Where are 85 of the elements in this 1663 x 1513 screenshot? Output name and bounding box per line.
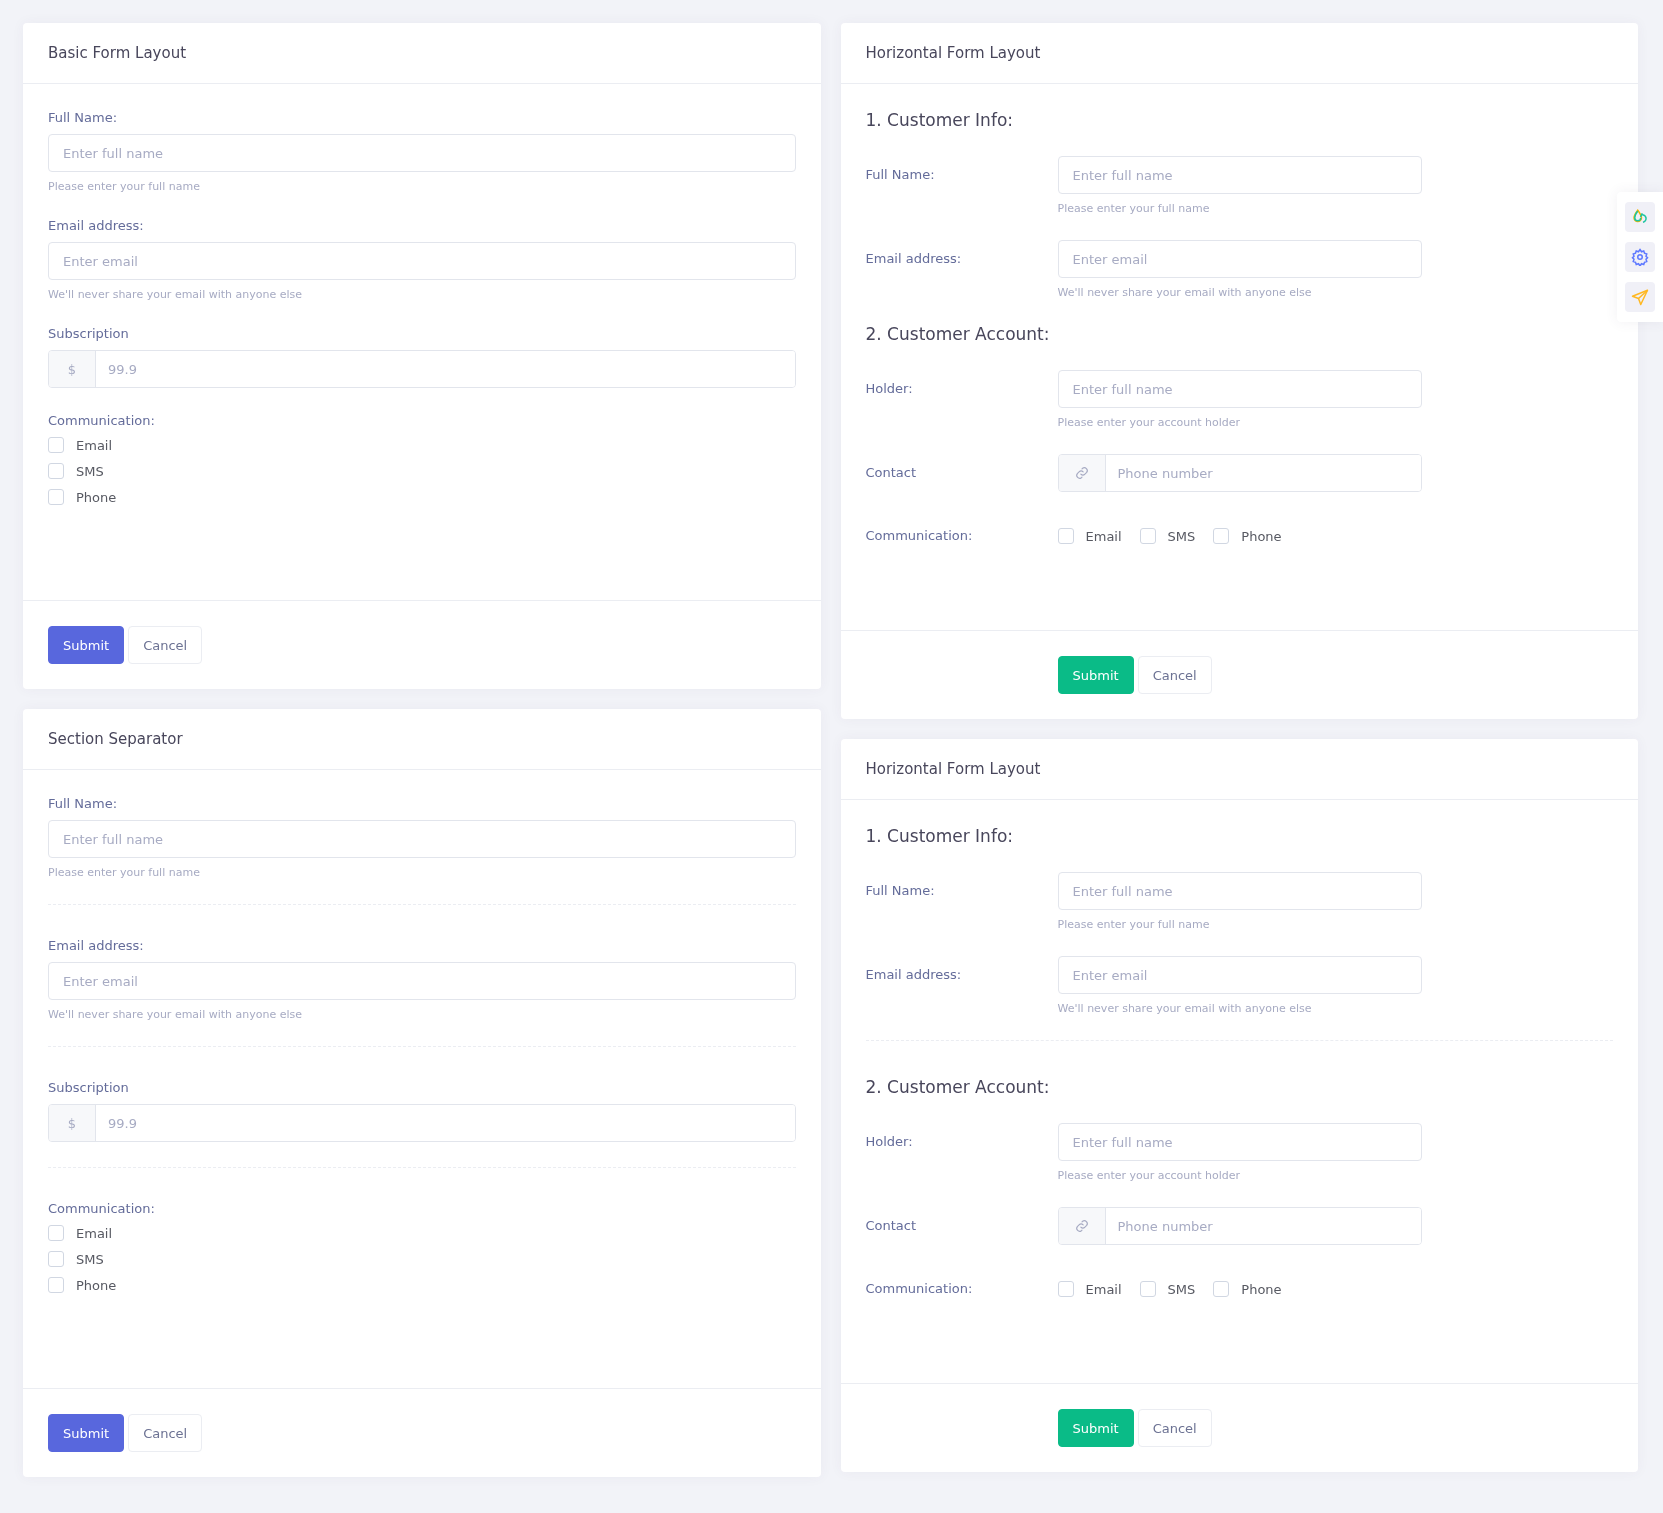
field-label: Email address:: [865, 250, 963, 268]
help-text: Please enter your full name: [48, 180, 201, 193]
link-icon: [1074, 466, 1089, 480]
section-heading: 1. Customer Info:: [865, 110, 1014, 130]
input-field[interactable]: Phone number: [1057, 454, 1422, 492]
section-heading: 2. Customer Account:: [865, 324, 1051, 344]
field-label: Communication:: [48, 413, 156, 428]
text-input[interactable]: Enter full name: [48, 134, 796, 172]
text-input[interactable]: Enter full name: [1057, 1123, 1422, 1161]
help-text: Please enter your account holder: [1057, 416, 1242, 429]
drops-icon[interactable]: [1625, 202, 1655, 232]
help-text: Please enter your full name: [1057, 918, 1211, 931]
checkbox[interactable]: [48, 1251, 64, 1267]
input-field[interactable]: Phone number: [1057, 1207, 1422, 1245]
submit-button[interactable]: Submit: [48, 626, 125, 664]
help-text: We'll never share your email with anyone else: [48, 288, 304, 301]
card-title: Horizontal Form Layout: [865, 760, 1041, 778]
send-icon[interactable]: [1625, 282, 1655, 312]
checkbox-label: Phone: [1241, 528, 1282, 544]
field-label: Communication:: [865, 1280, 974, 1298]
text-input[interactable]: Enter full name: [48, 820, 796, 858]
cancel-button[interactable]: Cancel: [1137, 1409, 1212, 1447]
text-input[interactable]: Enter email: [1057, 240, 1422, 278]
checkbox[interactable]: [1057, 528, 1074, 544]
help-text: We'll never share your email with anyone else: [1057, 1002, 1313, 1015]
checkbox-label: Phone: [76, 489, 117, 505]
checkbox-label: Phone: [76, 1277, 117, 1293]
help-text: We'll never share your email with anyone else: [48, 1008, 304, 1021]
checkbox[interactable]: [48, 463, 64, 479]
checkbox[interactable]: [48, 489, 64, 505]
field-label: Contact: [865, 1217, 918, 1235]
text-input[interactable]: Enter full name: [1057, 156, 1422, 194]
field-label: Full Name:: [865, 166, 936, 184]
checkbox-label: Email: [76, 1225, 113, 1241]
cancel-button[interactable]: Cancel: [1137, 656, 1212, 694]
help-text: Please enter your full name: [48, 866, 201, 879]
checkbox-label: Phone: [1241, 1281, 1282, 1297]
submit-button[interactable]: Submit: [1057, 656, 1134, 694]
help-text: We'll never share your email with anyone else: [1057, 286, 1313, 299]
checkbox[interactable]: [1213, 1281, 1230, 1297]
field-label: Subscription: [48, 326, 130, 341]
help-text: Please enter your full name: [1057, 202, 1211, 215]
field-label: Communication:: [865, 527, 974, 545]
field-label: Email address:: [48, 938, 145, 953]
checkbox[interactable]: [1057, 1281, 1074, 1297]
field-label: Subscription: [48, 1080, 130, 1095]
checkbox[interactable]: [48, 1225, 64, 1241]
checkbox[interactable]: [48, 437, 64, 453]
checkbox-label: SMS: [76, 1251, 104, 1267]
field-label: Holder:: [865, 380, 914, 398]
field-label: Full Name:: [48, 110, 119, 125]
text-input[interactable]: Enter email: [1057, 956, 1422, 994]
checkbox[interactable]: [1139, 1281, 1156, 1297]
text-input[interactable]: Enter email: [48, 242, 796, 280]
help-text: Please enter your account holder: [1057, 1169, 1242, 1182]
checkbox[interactable]: [48, 1277, 64, 1293]
checkbox-label: Email: [1085, 1281, 1122, 1297]
section-heading: 2. Customer Account:: [865, 1077, 1051, 1097]
text-input[interactable]: Enter full name: [1057, 872, 1422, 910]
checkbox[interactable]: [1139, 528, 1156, 544]
settings-icon[interactable]: [1625, 242, 1655, 272]
field-label: Email address:: [48, 218, 145, 233]
section-heading: 1. Customer Info:: [865, 826, 1014, 846]
card-title: Basic Form Layout: [48, 44, 187, 62]
checkbox-label: SMS: [1167, 1281, 1196, 1297]
checkbox-label: Email: [1085, 528, 1122, 544]
text-input[interactable]: Enter full name: [1057, 370, 1422, 408]
card-title: Horizontal Form Layout: [865, 44, 1041, 62]
cancel-button[interactable]: Cancel: [128, 1414, 203, 1452]
checkbox-label: SMS: [76, 463, 104, 479]
submit-button[interactable]: Submit: [1057, 1409, 1134, 1447]
field-label: Communication:: [48, 1201, 156, 1216]
field-label: Email address:: [865, 966, 963, 984]
field-label: Holder:: [865, 1133, 914, 1151]
submit-button[interactable]: Submit: [48, 1414, 125, 1452]
checkbox-label: Email: [76, 437, 113, 453]
checkbox-label: SMS: [1167, 528, 1196, 544]
card-title: Section Separator: [48, 730, 183, 748]
checkbox[interactable]: [1213, 528, 1230, 544]
link-icon: [1074, 1219, 1089, 1233]
field-label: Full Name:: [865, 882, 936, 900]
field-label: Full Name:: [48, 796, 119, 811]
text-input[interactable]: Enter email: [48, 962, 796, 1000]
cancel-button[interactable]: Cancel: [128, 626, 203, 664]
field-label: Contact: [865, 464, 918, 482]
